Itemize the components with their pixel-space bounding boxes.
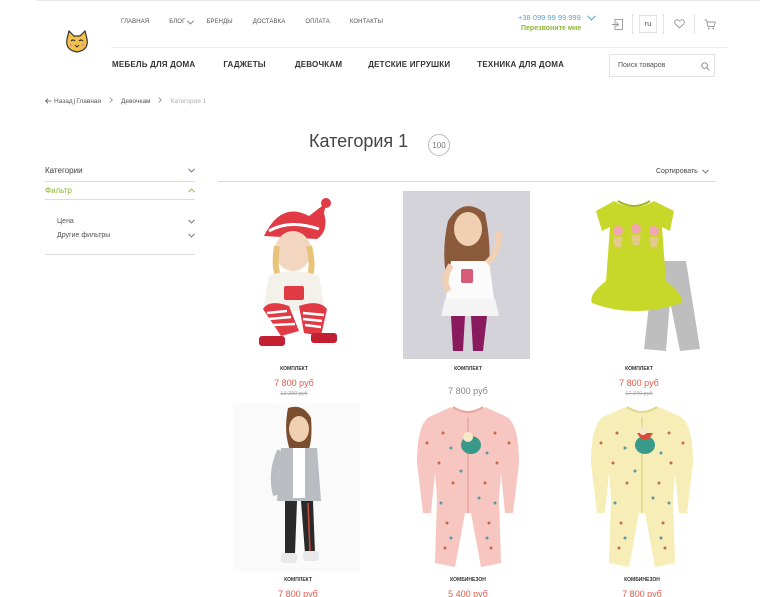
chevron-down-icon — [701, 169, 709, 174]
product-image[interactable] — [577, 403, 707, 571]
search-box — [609, 54, 715, 77]
product-image[interactable] — [403, 403, 533, 571]
search-input[interactable] — [618, 62, 698, 69]
product-price: 7 800 руб — [274, 378, 314, 388]
chevron-up-icon — [188, 188, 195, 193]
top-nav-contacts[interactable]: КОНТАКТЫ — [350, 19, 383, 25]
chevron-down-icon — [188, 233, 195, 238]
sidebar-divider — [45, 181, 195, 182]
nav-appliances[interactable]: ТЕХНИКА ДЛЯ ДОМА — [477, 60, 564, 69]
callback-link[interactable]: Перезвоните мне — [521, 25, 581, 32]
nav-gadgets[interactable]: ГАДЖЕТЫ — [223, 60, 266, 69]
heart-icon[interactable] — [670, 15, 688, 33]
product-card[interactable] — [403, 403, 533, 576]
login-icon[interactable] — [608, 15, 626, 33]
product-image[interactable] — [233, 403, 360, 571]
divider — [694, 14, 695, 34]
product-title[interactable]: КОМБИНЕЗОН — [403, 577, 533, 583]
cat-logo-icon[interactable] — [64, 29, 90, 54]
arrow-left-icon[interactable] — [45, 98, 52, 104]
filter-other-label: Другие фильтры — [57, 232, 111, 239]
chevron-right-icon — [109, 97, 113, 105]
product-card[interactable] — [229, 191, 359, 364]
sidebar-divider — [45, 254, 195, 255]
product-price: 7 800 руб — [278, 589, 318, 597]
breadcrumb-pipe: | — [73, 97, 76, 105]
sidebar-categories-label: Категории — [45, 166, 83, 175]
nav-girls[interactable]: ДЕВОЧКАМ — [295, 60, 342, 69]
header-divider — [111, 47, 727, 48]
top-nav-payment[interactable]: ОПЛАТА — [305, 19, 330, 25]
product-old-price: 17 349 руб — [625, 391, 653, 397]
main-nav: МЕБЕЛЬ ДЛЯ ДОМА ГАДЖЕТЫ ДЕВОЧКАМ ДЕТСКИЕ… — [112, 60, 564, 69]
product-count-badge: 100 — [428, 134, 450, 156]
breadcrumb-back[interactable]: Назад — [54, 98, 73, 105]
product-image[interactable] — [229, 191, 359, 359]
breadcrumb-current: Категория 1 — [170, 97, 207, 105]
product-card[interactable] — [577, 403, 707, 576]
chevron-right-icon — [158, 97, 163, 105]
product-price: 7 800 руб — [622, 589, 662, 597]
product-title[interactable]: КОМПЛЕКТ — [233, 577, 363, 583]
top-border — [37, 0, 760, 1]
top-nav-blog[interactable]: БЛОГ — [169, 19, 195, 25]
divider — [632, 14, 633, 34]
product-title[interactable]: КОМПЛЕКТ — [403, 366, 533, 372]
product-price: 7 800 руб — [448, 386, 488, 396]
product-price: 5 400 руб — [448, 589, 488, 597]
page-title: Категория 1 — [309, 131, 409, 151]
product-title[interactable]: КОМПЛЕКТ — [229, 366, 359, 372]
sidebar-filter[interactable]: Фильтр — [45, 186, 195, 195]
chevron-down-icon — [188, 219, 195, 224]
phone-number[interactable]: +38 099 99 99 999 — [518, 13, 596, 22]
phone-number-text: +38 099 99 99 999 — [518, 13, 581, 22]
product-card[interactable] — [233, 403, 363, 576]
divider — [663, 14, 664, 34]
filter-price[interactable]: Цена — [57, 218, 195, 225]
header-icons: ru — [608, 14, 719, 34]
top-nav-home[interactable]: ГЛАВНАЯ — [121, 19, 149, 25]
product-card[interactable] — [403, 191, 533, 364]
chevron-down-icon — [187, 19, 195, 25]
product-title[interactable]: КОМПЛЕКТ — [574, 366, 704, 372]
cart-icon[interactable] — [701, 15, 719, 33]
breadcrumb: Назад | Главная Девочкам Категория 1 — [45, 97, 206, 105]
sidebar-filter-label: Фильтр — [45, 186, 72, 195]
product-image[interactable] — [403, 191, 530, 359]
top-nav-blog-label: БЛОГ — [169, 19, 186, 25]
sidebar-divider — [45, 199, 195, 200]
product-old-price: 13 200 руб — [280, 391, 308, 397]
top-nav-delivery[interactable]: ДОСТАВКА — [253, 19, 286, 25]
filter-other[interactable]: Другие фильтры — [57, 232, 195, 239]
product-price: 7 800 руб — [619, 378, 659, 388]
nav-toys[interactable]: ДЕТСКИЕ ИГРУШКИ — [368, 60, 450, 69]
product-card[interactable] — [574, 191, 704, 364]
sort-label: Сортировать — [656, 168, 698, 175]
product-title[interactable]: КОМБИНЕЗОН — [577, 577, 707, 583]
chevron-down-icon — [188, 168, 195, 173]
language-selector[interactable]: ru — [639, 15, 657, 33]
filter-price-label: Цена — [57, 218, 74, 225]
chevron-down-icon — [586, 14, 596, 21]
sort-dropdown[interactable]: Сортировать — [656, 168, 709, 175]
product-image[interactable] — [574, 191, 704, 359]
breadcrumb-home[interactable]: Главная — [76, 98, 101, 105]
sort-divider — [218, 181, 716, 182]
top-nav-brands[interactable]: БРЕНДЫ — [206, 19, 232, 25]
nav-furniture[interactable]: МЕБЕЛЬ ДЛЯ ДОМА — [112, 60, 195, 69]
search-icon[interactable] — [701, 62, 710, 71]
breadcrumb-girls[interactable]: Девочкам — [121, 98, 150, 105]
sidebar-categories[interactable]: Категории — [45, 166, 195, 175]
top-nav: ГЛАВНАЯ БЛОГ БРЕНДЫ ДОСТАВКА ОПЛАТА КОНТ… — [121, 19, 403, 25]
